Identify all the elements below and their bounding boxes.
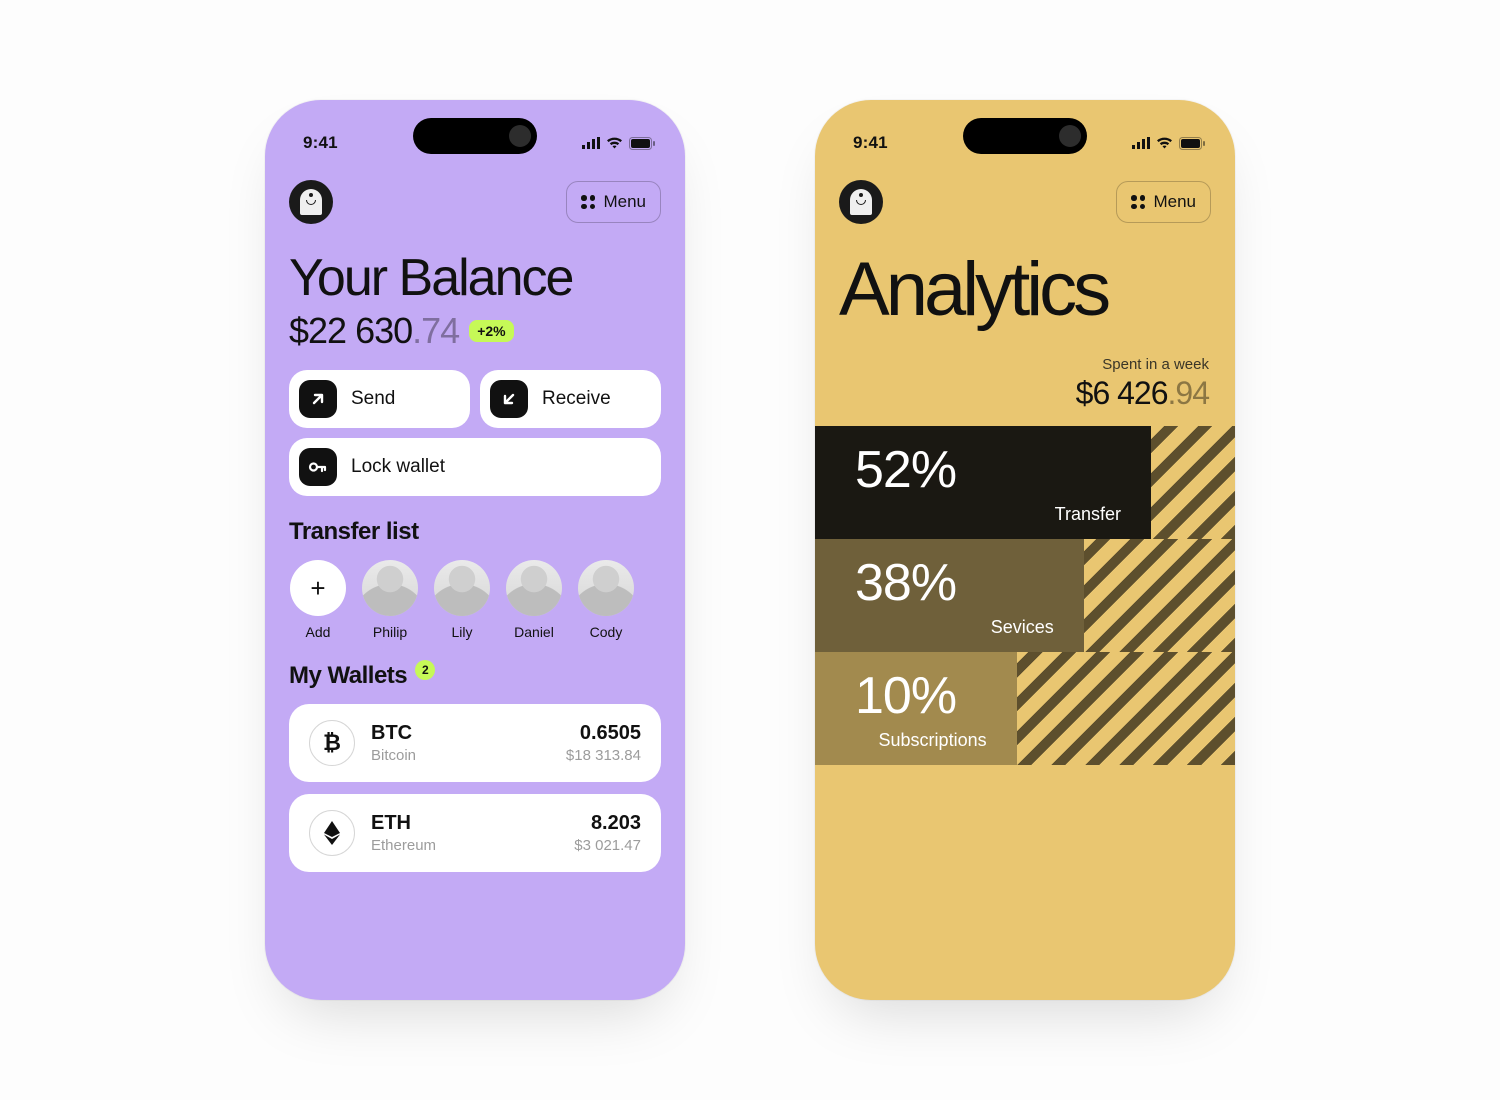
svg-text:₿: ₿ [323,730,341,755]
add-contact-button[interactable]: + Add [289,560,347,640]
status-bar: 9:41 [839,124,1211,162]
wallets-heading: My Wallets 2 [289,662,661,690]
contact-item[interactable]: Daniel [505,560,563,640]
breakdown-chart: 52% Transfer 38% Sevices 10% Subscriptio… [815,426,1235,765]
wallet-amount: 8.203 [574,812,641,835]
breakdown-percent: 38% [855,557,1060,609]
send-button[interactable]: Send [289,370,470,428]
profile-button[interactable] [839,180,883,224]
wallet-usd: $18 313.84 [566,747,641,764]
menu-button[interactable]: Menu [1116,181,1211,223]
wallet-item-eth[interactable]: ETH Ethereum 8.203 $3 021.47 [289,794,661,872]
receive-icon [490,380,528,418]
breakdown-label: Sevices [991,617,1060,638]
receive-label: Receive [542,388,611,410]
avatar-icon [578,560,634,616]
breakdown-label: Subscriptions [879,730,993,751]
spent-label: Spent in a week [839,356,1209,373]
wifi-icon [606,137,623,149]
menu-label: Menu [603,192,646,212]
wallet-usd: $3 021.47 [574,837,641,854]
balance-amount: $22 630.74 [289,310,459,352]
wallet-amount: 0.6505 [566,722,641,745]
contact-name: Cody [590,624,623,640]
wallet-name: Bitcoin [371,747,550,764]
action-buttons: Send Receive Lock wallet [289,370,661,496]
breakdown-row-subscriptions[interactable]: 10% Subscriptions [815,652,1235,765]
menu-label: Menu [1153,192,1196,212]
screen-balance: 9:41 Menu Your Balance $22 630.74 +2% Se… [265,100,685,1000]
avatar-icon [506,560,562,616]
avatar-icon [362,560,418,616]
dynamic-island [963,118,1087,154]
page-title: Analytics [839,252,1211,328]
spent-summary: Spent in a week $6 426.94 [839,356,1211,412]
avatar-icon [434,560,490,616]
screen-analytics: 9:41 Menu Analytics Spent in a week $6 4… [815,100,1235,1000]
contact-name: Daniel [514,624,554,640]
header: Menu [839,180,1211,224]
send-label: Send [351,388,395,410]
ethereum-icon [309,810,355,856]
battery-icon [1179,137,1205,150]
status-indicators [582,137,655,150]
profile-button[interactable] [289,180,333,224]
key-icon [299,448,337,486]
receive-button[interactable]: Receive [480,370,661,428]
lock-label: Lock wallet [351,456,445,478]
menu-button[interactable]: Menu [566,181,661,223]
contact-name: Philip [373,624,407,640]
wallets-list: ₿ BTC Bitcoin 0.6505 $18 313.84 ETH Ethe… [289,704,661,872]
dynamic-island [413,118,537,154]
add-label: Add [306,624,331,640]
lock-wallet-button[interactable]: Lock wallet [289,438,661,496]
battery-icon [629,137,655,150]
cellular-icon [1132,137,1150,149]
wallet-item-btc[interactable]: ₿ BTC Bitcoin 0.6505 $18 313.84 [289,704,661,782]
contact-item[interactable]: Lily [433,560,491,640]
status-time: 9:41 [853,133,888,153]
wallet-name: Ethereum [371,837,558,854]
status-time: 9:41 [303,133,338,153]
page-title: Your Balance [289,252,661,304]
wifi-icon [1156,137,1173,149]
wallet-symbol: BTC [371,722,550,745]
transfer-heading: Transfer list [289,518,661,546]
bitcoin-icon: ₿ [309,720,355,766]
contact-name: Lily [451,624,472,640]
menu-grid-icon [1131,195,1145,209]
breakdown-percent: 52% [855,444,1127,496]
transfer-list: + Add Philip Lily Daniel Cody [289,560,661,640]
breakdown-label: Transfer [1055,504,1127,525]
breakdown-row-services[interactable]: 38% Sevices [815,539,1235,652]
breakdown-row-transfer[interactable]: 52% Transfer [815,426,1235,539]
contact-item[interactable]: Philip [361,560,419,640]
breakdown-percent: 10% [855,670,993,722]
spent-amount: $6 426.94 [839,375,1209,412]
status-indicators [1132,137,1205,150]
contact-item[interactable]: Cody [577,560,635,640]
cellular-icon [582,137,600,149]
plus-icon: + [290,560,346,616]
header: Menu [289,180,661,224]
wallets-count-badge: 2 [415,660,435,680]
send-icon [299,380,337,418]
menu-grid-icon [581,195,595,209]
balance-delta-badge: +2% [469,320,513,342]
wallet-symbol: ETH [371,812,558,835]
status-bar: 9:41 [289,124,661,162]
